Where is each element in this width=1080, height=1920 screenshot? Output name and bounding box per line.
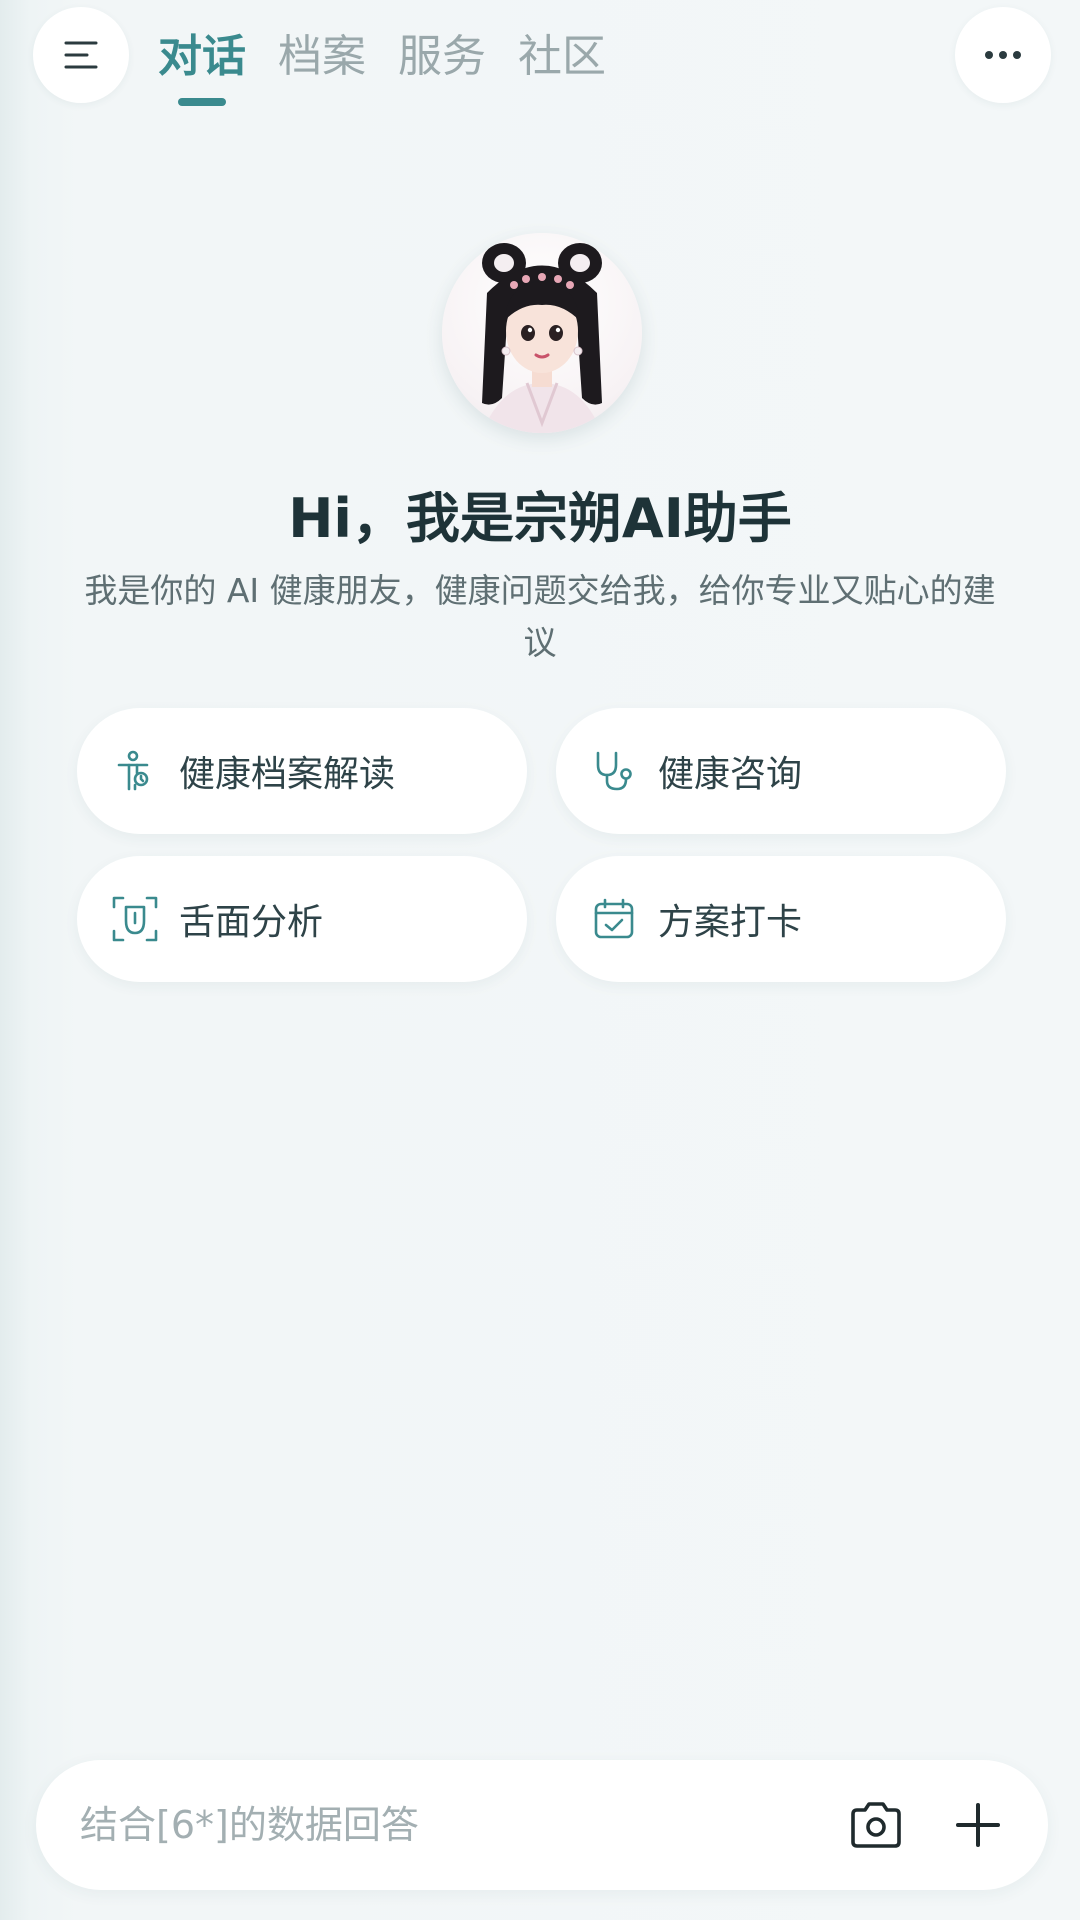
tab-records[interactable]: 档案 [278, 22, 366, 92]
camera-icon [851, 1802, 901, 1848]
more-button[interactable] [955, 7, 1051, 103]
stethoscope-icon [590, 747, 638, 795]
more-icon [985, 51, 1021, 59]
tab-community[interactable]: 社区 [518, 22, 606, 92]
menu-icon [64, 41, 98, 69]
tab-services[interactable]: 服务 [398, 22, 486, 92]
tongue-face-analysis-button[interactable]: 舌面分析 [77, 856, 527, 982]
top-bar: 对话 档案 服务 社区 [0, 0, 1080, 120]
avatar-illustration [482, 243, 602, 433]
tab-bar: 对话 档案 服务 社区 [158, 22, 606, 106]
action-label: 舌面分析 [179, 902, 324, 943]
plan-checkin-button[interactable]: 方案打卡 [556, 856, 1006, 982]
face-scan-icon [111, 895, 159, 943]
body-figure-icon [111, 747, 159, 795]
camera-button[interactable] [848, 1797, 904, 1853]
health-record-interpretation-button[interactable]: 健康档案解读 [77, 708, 527, 834]
action-label: 方案打卡 [658, 902, 803, 943]
calendar-check-icon [590, 895, 638, 943]
action-label: 健康咨询 [658, 754, 803, 795]
chat-input[interactable] [80, 1790, 840, 1860]
tab-chat[interactable]: 对话 [158, 22, 246, 106]
greeting-title: Hi，我是宗朔AI助手 [288, 487, 792, 550]
health-consultation-button[interactable]: 健康咨询 [556, 708, 1006, 834]
plus-icon [956, 1803, 1000, 1847]
assistant-avatar [442, 233, 642, 433]
add-button[interactable] [950, 1797, 1006, 1853]
action-label: 健康档案解读 [179, 754, 396, 795]
chat-input-bar [36, 1760, 1048, 1890]
greeting-subtitle: 我是你的 AI 健康朋友，健康问题交给我，给你专业又贴心的建议 [84, 571, 996, 662]
menu-button[interactable] [33, 7, 129, 103]
